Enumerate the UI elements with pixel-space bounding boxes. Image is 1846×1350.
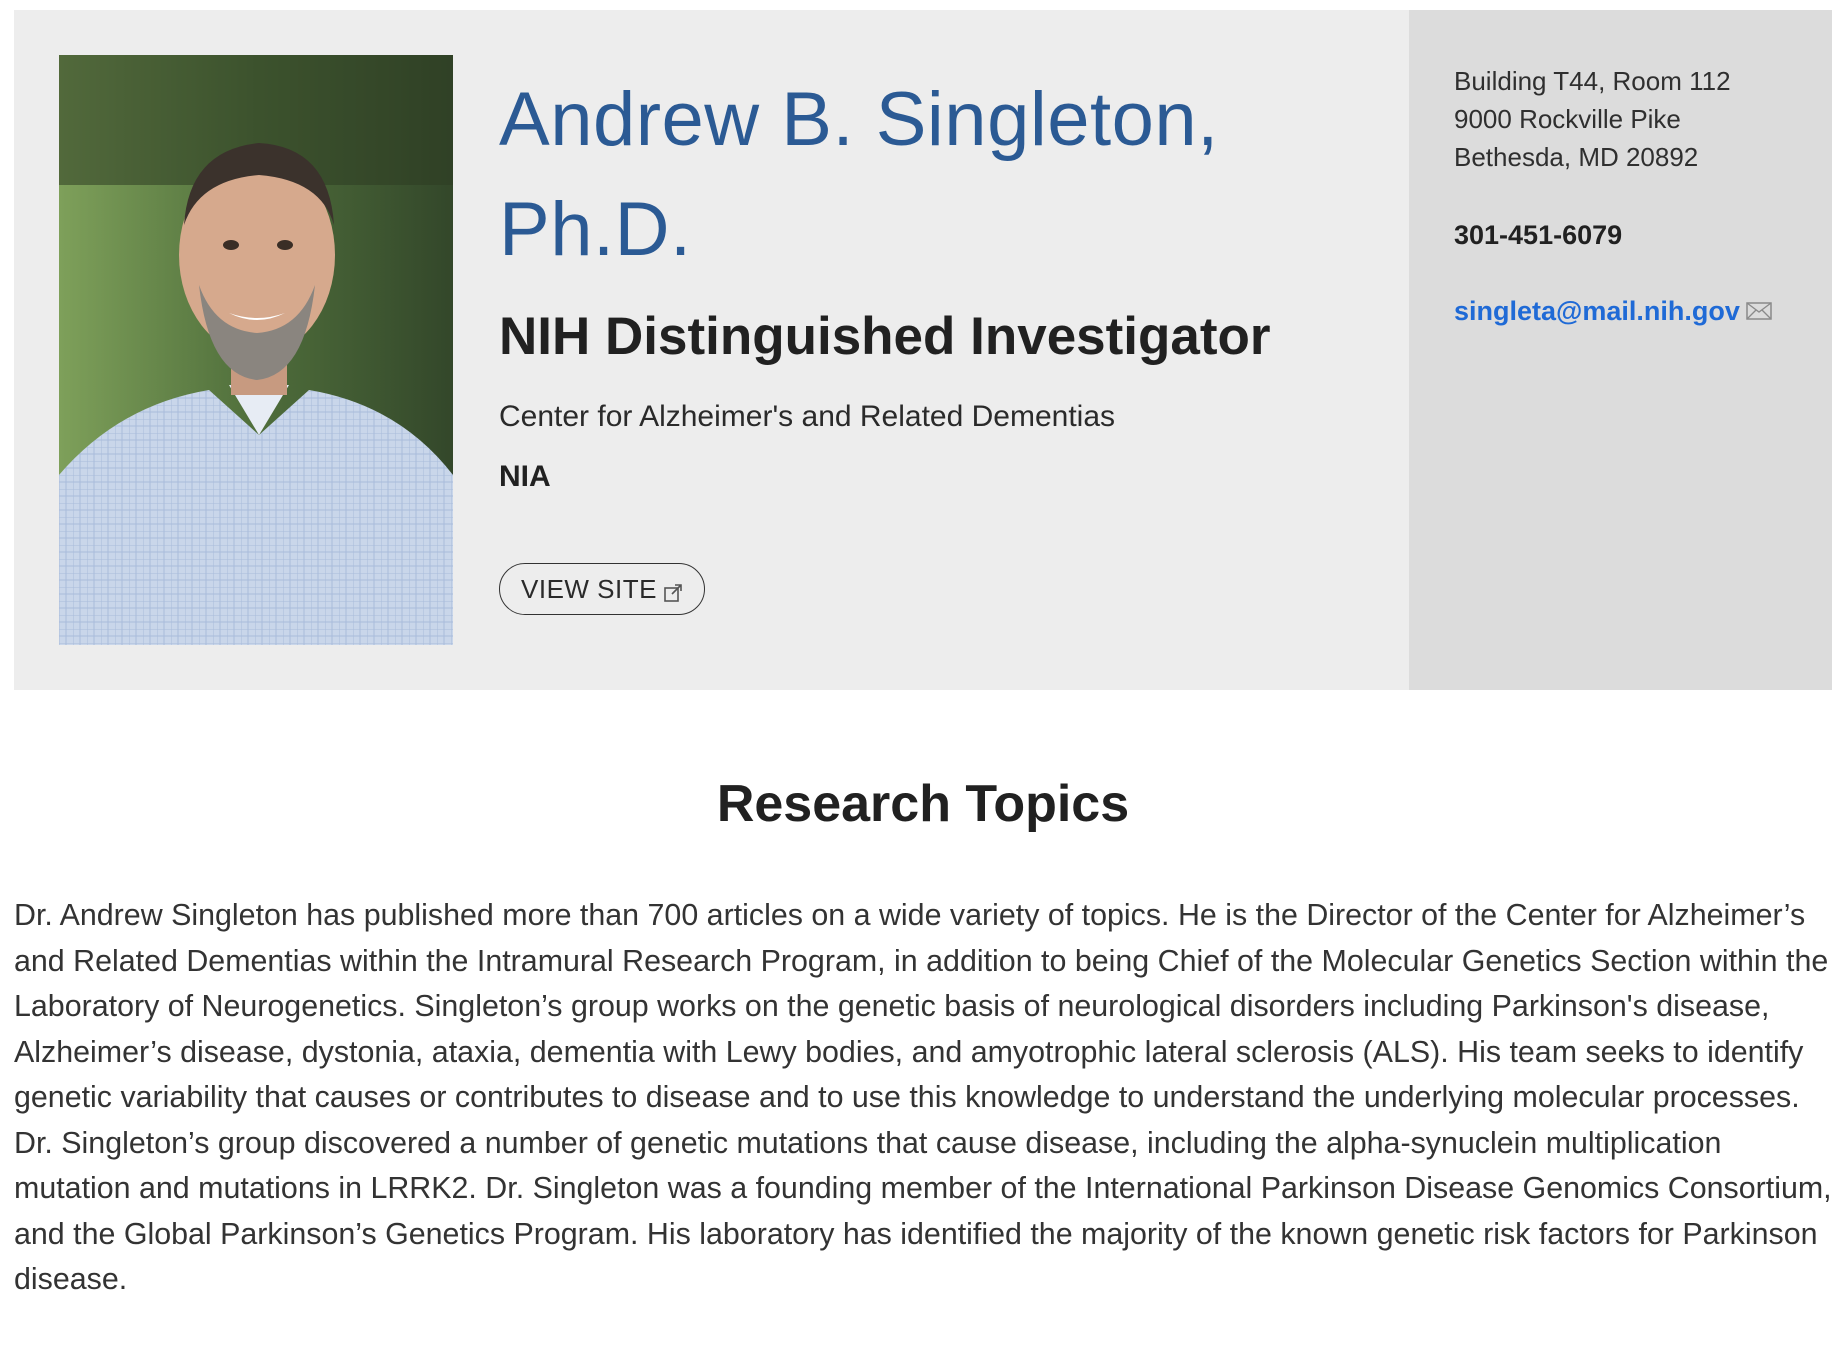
- email-link[interactable]: singleta@mail.nih.gov: [1454, 292, 1740, 330]
- external-link-icon: [663, 579, 683, 602]
- profile-name: Andrew B. Singleton, Ph.D.: [499, 77, 1219, 272]
- email-row: singleta@mail.nih.gov: [1454, 292, 1814, 330]
- address-line: Building T44, Room 112: [1454, 66, 1731, 96]
- profile-title: NIH Distinguished Investigator: [499, 307, 1271, 366]
- research-topics-heading: Research Topics: [716, 775, 1130, 833]
- profile-center: Center for Alzheimer's and Related Demen…: [499, 400, 1116, 433]
- view-site-button[interactable]: VIEW SITE: [499, 563, 705, 615]
- address-line: 9000 Rockville Pike: [1454, 104, 1681, 134]
- phone-number: 301-451-6079: [1454, 220, 1623, 250]
- contact-panel: Building T44, Room 112 9000 Rockville Pi…: [1409, 10, 1832, 690]
- profile-institute: NIA: [499, 460, 551, 493]
- profile-photo: [59, 55, 453, 645]
- view-site-label: VIEW SITE: [521, 573, 657, 604]
- profile-info: Andrew B. Singleton, Ph.D. NIH Distingui…: [499, 65, 1399, 615]
- research-bio: Dr. Andrew Singleton has published more …: [14, 898, 1832, 1296]
- profile-card: Andrew B. Singleton, Ph.D. NIH Distingui…: [14, 10, 1832, 690]
- mail-envelope-icon: [1746, 302, 1772, 320]
- address-line: Bethesda, MD 20892: [1454, 142, 1699, 172]
